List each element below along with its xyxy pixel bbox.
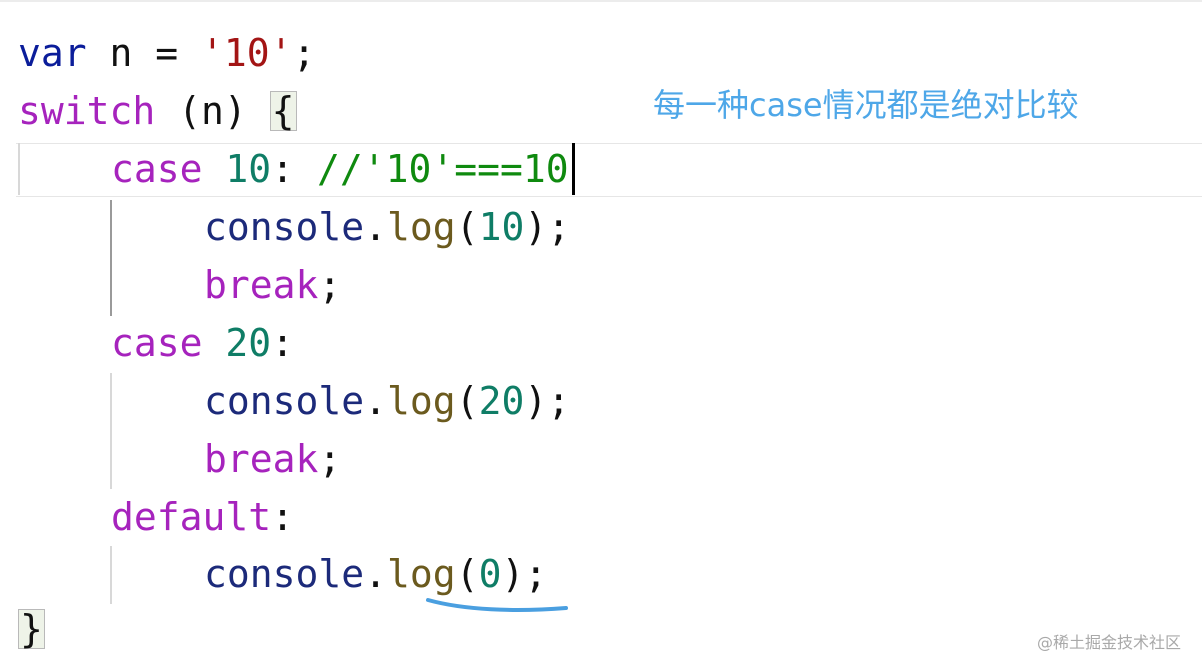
indent-guide xyxy=(110,373,112,489)
code-token: ( xyxy=(455,205,479,249)
code-token: ( xyxy=(455,379,479,423)
code-line[interactable]: break; xyxy=(204,430,341,488)
number-literal: 10 xyxy=(225,147,272,191)
matched-brace-close: } xyxy=(18,607,45,651)
code-token: . xyxy=(364,552,388,596)
keyword-switch: switch xyxy=(18,89,156,133)
annotation-note: 每一种case情况都是绝对比较 xyxy=(653,86,1079,124)
indent-guide xyxy=(110,546,112,604)
identifier-console: console xyxy=(204,205,365,249)
number-literal: 10 xyxy=(478,205,525,249)
code-line[interactable]: var n = '10'; xyxy=(18,24,315,82)
code-token: ); xyxy=(524,379,571,423)
number-literal: 20 xyxy=(225,321,272,365)
number-literal: 20 xyxy=(478,379,525,423)
keyword-var: var xyxy=(18,31,87,75)
keyword-break: break xyxy=(204,263,319,307)
code-token: : xyxy=(271,321,295,365)
keyword-case: case xyxy=(111,147,203,191)
indent-guide xyxy=(110,200,112,316)
code-editor[interactable]: var n = '10'; switch (n) { case 10: //'1… xyxy=(0,0,1202,660)
code-line[interactable]: default: xyxy=(111,488,294,546)
matched-brace-open: { xyxy=(269,89,297,133)
identifier-console: console xyxy=(204,379,365,423)
semicolon-token: ; xyxy=(292,31,316,75)
code-token: ; xyxy=(318,437,342,481)
code-token: : xyxy=(271,147,317,191)
identifier-console: console xyxy=(204,552,365,596)
code-comment: //'10'===10 xyxy=(316,147,569,191)
code-token: ; xyxy=(318,263,342,307)
code-token: ); xyxy=(524,205,571,249)
code-line[interactable]: case 20: xyxy=(111,314,294,372)
code-line[interactable]: switch (n) { xyxy=(18,82,297,140)
code-token: (n) xyxy=(155,89,270,133)
code-token: . xyxy=(364,379,388,423)
code-line[interactable]: console.log(10); xyxy=(204,198,570,256)
code-line[interactable]: case 10: //'10'===10 xyxy=(111,140,569,198)
code-line[interactable]: console.log(20); xyxy=(204,372,570,430)
operator-token: = xyxy=(155,31,202,75)
editor-top-border xyxy=(0,0,1202,2)
code-token: n xyxy=(86,31,156,75)
indent-guide xyxy=(18,143,20,195)
code-line[interactable]: break; xyxy=(204,256,341,314)
keyword-case: case xyxy=(111,321,203,365)
method-log: log xyxy=(387,205,456,249)
method-log: log xyxy=(387,379,456,423)
code-token: . xyxy=(364,205,388,249)
code-token: : xyxy=(271,495,295,539)
string-literal: '10' xyxy=(201,31,293,75)
keyword-default: default xyxy=(111,495,272,539)
watermark: @稀土掘金技术社区 xyxy=(1037,633,1182,652)
handwritten-underline-mark xyxy=(426,598,568,612)
text-cursor xyxy=(572,143,575,195)
keyword-break: break xyxy=(204,437,319,481)
code-line[interactable]: } xyxy=(18,600,45,658)
